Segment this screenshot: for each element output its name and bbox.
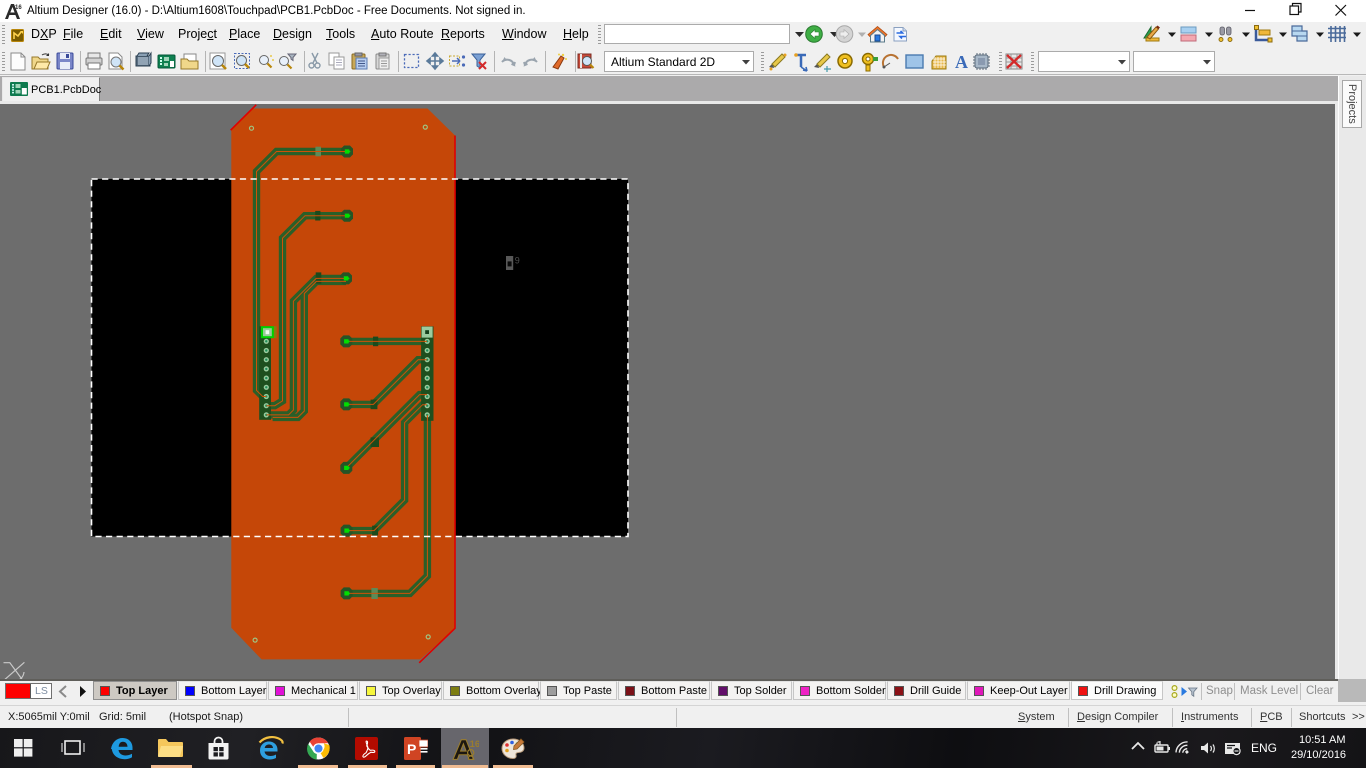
svg-text:16: 16 [15, 5, 22, 11]
svg-text:P: P [407, 741, 416, 757]
svg-text:9: 9 [515, 256, 520, 266]
svg-text:16: 16 [470, 739, 479, 749]
svg-text:A: A [955, 52, 968, 72]
